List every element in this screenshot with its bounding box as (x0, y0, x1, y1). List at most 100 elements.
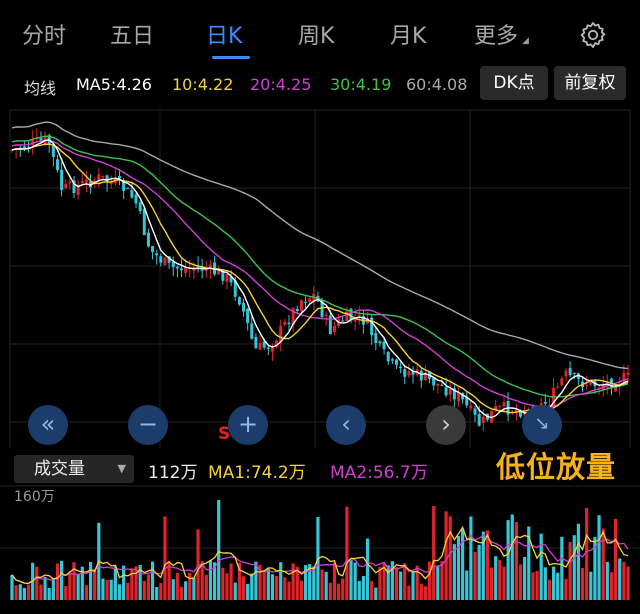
volume-bar (415, 565, 419, 600)
candle-body (304, 301, 308, 303)
volume-bar (274, 575, 279, 600)
candle-body (469, 405, 473, 409)
candle-body (68, 181, 72, 184)
volume-bar (551, 566, 556, 600)
candle-body (295, 308, 299, 312)
candle-body (60, 169, 64, 191)
volume-bar (448, 516, 452, 600)
candle-body (299, 300, 303, 312)
volume-bar (43, 576, 47, 600)
candle-body (332, 325, 336, 333)
volume-bar (126, 582, 130, 600)
volume-bar (10, 574, 14, 600)
volume-bar (568, 541, 572, 600)
volume-bar (498, 560, 502, 600)
candle-body (543, 401, 547, 404)
volume-bar (64, 586, 68, 600)
volume-bar (175, 572, 179, 600)
annotation-caption: 低位放量 (496, 450, 617, 484)
volume-bar (477, 544, 481, 600)
candle-body (473, 408, 477, 415)
volume-bar (26, 584, 31, 600)
candle-body (246, 308, 250, 324)
indicator-selector[interactable]: 成交量 ▼ (14, 455, 134, 483)
volume-bar (411, 571, 415, 600)
volume-bar (423, 586, 428, 600)
volume-bar (399, 571, 403, 600)
volume-bar (14, 585, 18, 600)
volume-bar (465, 570, 469, 600)
volume-bar (461, 528, 465, 600)
zoom-in-icon[interactable]: + (228, 405, 268, 445)
volume-bar (539, 533, 543, 600)
candle-body (126, 188, 130, 190)
candle-body (117, 176, 121, 179)
candle-body (519, 411, 523, 417)
volume-bar (576, 523, 580, 600)
volume-bar (246, 583, 250, 600)
volume-bar (262, 570, 266, 600)
jump-first-icon[interactable]: « (28, 405, 68, 445)
candle-body (374, 333, 378, 343)
ma60-line (11, 121, 629, 370)
prev-icon[interactable]: ‹ (326, 405, 366, 445)
candle-body (399, 366, 403, 369)
volume-bar (76, 573, 80, 600)
volume-bar (204, 574, 208, 600)
candle-body (64, 183, 68, 189)
volume-bar (184, 581, 188, 600)
candle-body (84, 179, 88, 183)
volume-bar (436, 565, 440, 600)
candle-body (498, 405, 502, 407)
candle-body (266, 347, 270, 349)
volume-bar (609, 572, 614, 600)
volume-bar (440, 561, 444, 600)
volume-bar (328, 582, 332, 600)
candle-body (151, 245, 155, 252)
candle-body (568, 368, 572, 376)
volume-bar (233, 582, 237, 600)
volume-bar (142, 580, 146, 600)
volume-bar (514, 521, 518, 600)
candle-body (250, 323, 254, 339)
candle-body (378, 341, 382, 344)
candle-body (382, 341, 386, 350)
candle-body (386, 351, 390, 362)
candle-body (130, 190, 134, 198)
volume-bar (622, 561, 626, 600)
candle-body (180, 268, 184, 271)
next-icon[interactable]: › (426, 405, 466, 445)
candle-body (444, 387, 448, 396)
volume-bar (229, 563, 233, 600)
candle-body (324, 314, 328, 317)
zoom-out-icon[interactable]: − (128, 405, 168, 445)
volume-bar (547, 579, 552, 600)
volume-bar (353, 562, 357, 600)
volume-bar (531, 572, 535, 600)
volume-bar (283, 577, 287, 600)
candle-body (585, 384, 589, 386)
volume-bar (427, 561, 432, 600)
volume-bar (84, 585, 89, 600)
candle-body (403, 369, 407, 377)
volume-bar (489, 567, 494, 600)
volume-bar (146, 574, 151, 600)
volume-bar (506, 520, 510, 600)
volume-bar (200, 561, 204, 600)
volume-bar (250, 573, 254, 600)
candle-body (171, 262, 175, 268)
volume-bar (589, 571, 593, 600)
fit-screen-icon[interactable]: ↘ (522, 405, 562, 445)
volume-bar (163, 516, 167, 600)
candle-body (155, 253, 159, 256)
volume-bar (55, 563, 60, 600)
volume-bar (291, 563, 295, 600)
kline-chart[interactable] (0, 0, 640, 614)
volume-bar (345, 506, 349, 600)
volume-bar (320, 569, 324, 600)
volume-bar (494, 556, 498, 600)
candle-body (270, 347, 274, 352)
volume-bar (117, 584, 122, 600)
volume-bar (556, 572, 560, 600)
volume-bar (105, 579, 109, 600)
